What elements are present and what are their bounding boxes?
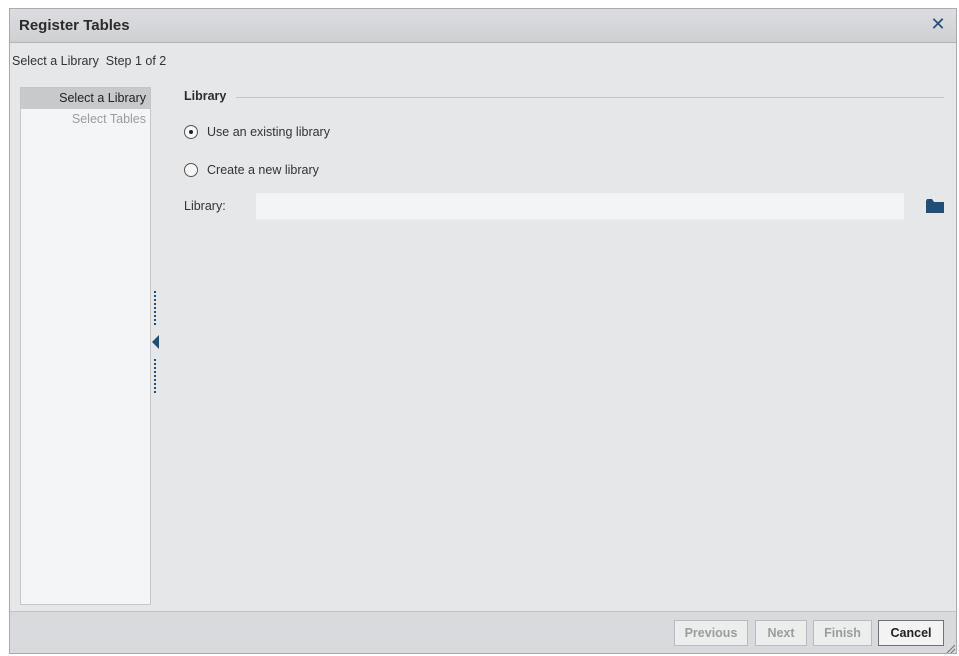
library-input[interactable]	[256, 193, 904, 219]
previous-button[interactable]: Previous	[674, 620, 748, 646]
radio-unchecked-icon[interactable]	[184, 163, 198, 177]
panel-splitter[interactable]	[151, 291, 161, 395]
cancel-button[interactable]: Cancel	[878, 620, 944, 646]
dialog-titlebar[interactable]: Register Tables ✕	[10, 9, 956, 43]
next-button[interactable]: Next	[755, 620, 807, 646]
close-icon[interactable]: ✕	[929, 14, 947, 34]
radio-create-new-label: Create a new library	[207, 163, 319, 177]
section-header: Library	[184, 87, 944, 107]
wizard-content: Library Use an existing library Create a…	[184, 87, 944, 605]
dialog-title: Register Tables	[19, 17, 130, 34]
radio-create-new-library[interactable]: Create a new library	[184, 160, 319, 180]
library-field-row: Library:	[184, 192, 944, 220]
resize-grip-icon[interactable]	[945, 642, 956, 654]
radio-checked-icon[interactable]	[184, 125, 198, 139]
nav-item-select-tables[interactable]: Select Tables	[21, 109, 150, 130]
splitter-grip-icon	[154, 291, 156, 325]
folder-icon[interactable]	[926, 199, 944, 213]
step-text: Select a Library Step 1 of 2	[12, 54, 167, 68]
splitter-grip-icon	[154, 359, 156, 393]
radio-use-existing-library[interactable]: Use an existing library	[184, 122, 330, 142]
library-field-label: Library:	[184, 199, 226, 213]
register-tables-dialog: Register Tables ✕ Select a Library Step …	[9, 8, 957, 654]
nav-item-select-library[interactable]: Select a Library	[21, 88, 150, 109]
wizard-nav-panel: Select a Library Select Tables	[20, 87, 151, 605]
radio-use-existing-label: Use an existing library	[207, 125, 330, 139]
finish-button[interactable]: Finish	[813, 620, 872, 646]
step-indicator: Select a Library Step 1 of 2	[10, 43, 956, 87]
section-title: Library	[184, 89, 237, 103]
section-divider	[184, 97, 944, 98]
dialog-footer: Previous Next Finish Cancel	[10, 611, 956, 654]
collapse-left-icon[interactable]	[152, 335, 159, 349]
